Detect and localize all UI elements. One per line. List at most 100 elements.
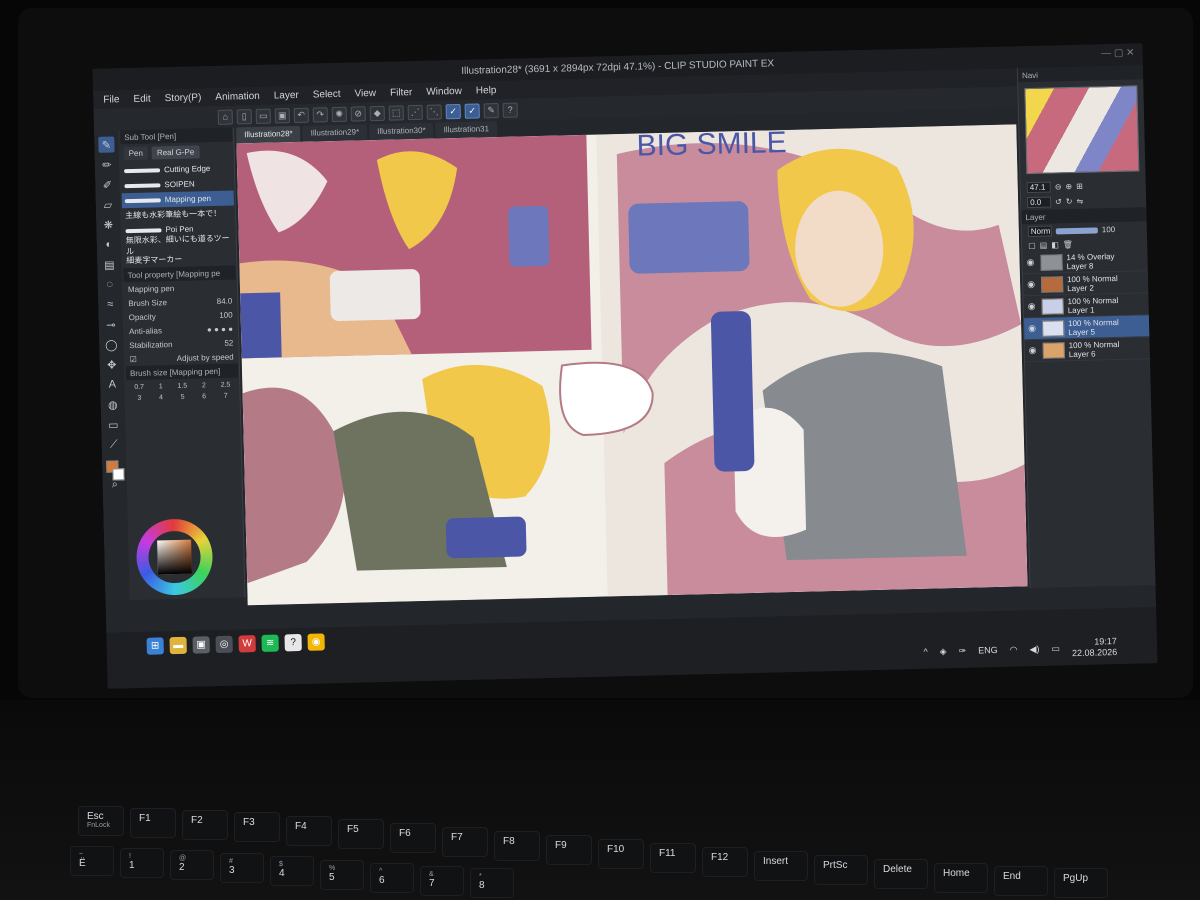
undo-icon[interactable]: ↶ [293, 107, 309, 123]
key-f5[interactable]: F5 [338, 819, 384, 849]
wps-icon[interactable]: W [238, 635, 256, 653]
key-f3[interactable]: F3 [234, 812, 280, 842]
key-insert[interactable]: Insert [754, 851, 808, 881]
key-7[interactable]: & 7 [420, 866, 464, 896]
size-preset[interactable]: 4 [152, 394, 170, 401]
layer-row[interactable]: ◉ 14 % Overlay Layer 8 [1022, 249, 1148, 275]
key-f11[interactable]: F11 [650, 843, 696, 873]
key-f4[interactable]: F4 [286, 816, 332, 846]
eyedropper-tool-icon[interactable]: ⊸ [103, 316, 119, 332]
tab-pen[interactable]: Pen [123, 146, 149, 161]
lasso-tool-icon[interactable]: ◯ [103, 336, 119, 352]
fill-tool-icon[interactable]: ◐ [101, 236, 117, 252]
key-delete[interactable]: Delete [874, 859, 928, 889]
language-indicator[interactable]: ENG [978, 645, 998, 655]
menu-edit[interactable]: Edit [133, 93, 150, 104]
airbrush-tool-icon[interactable]: ◌ [102, 276, 118, 292]
opacity-value[interactable]: 100 [219, 310, 233, 319]
key-f10[interactable]: F10 [598, 839, 644, 869]
canvas[interactable]: BIG SMILE [236, 124, 1028, 606]
size-preset[interactable]: 2 [195, 382, 213, 389]
visibility-icon[interactable]: ◉ [1026, 257, 1036, 268]
rotate-right-icon[interactable]: ↻ [1066, 197, 1073, 206]
visibility-icon[interactable]: ◉ [1029, 345, 1039, 356]
layer-row-selected[interactable]: ◉ 100 % Normal Layer 5 [1023, 315, 1150, 341]
steam-icon[interactable]: ◎ [215, 635, 233, 654]
key-end[interactable]: End [994, 866, 1048, 896]
battery-icon[interactable]: ▭ [1051, 643, 1060, 654]
key-2[interactable]: @2 [170, 850, 214, 880]
snap-icon[interactable]: ⋰ [407, 104, 423, 120]
delete-layer-icon[interactable]: 🗑 [1063, 240, 1073, 249]
wifi-icon[interactable]: ◠ [1010, 644, 1018, 655]
save-icon[interactable]: ▣ [274, 107, 290, 123]
menu-help[interactable]: Help [476, 85, 497, 96]
rotate-left-icon[interactable]: ↺ [1055, 197, 1062, 206]
clip-studio-icon[interactable]: ? [284, 633, 302, 652]
key-pgup[interactable]: PgUp [1054, 868, 1108, 898]
pencil-tool-icon[interactable]: ✏ [99, 156, 115, 172]
navigator-thumbnail[interactable] [1024, 85, 1140, 175]
key-f6[interactable]: F6 [390, 823, 436, 853]
window-controls[interactable]: — ▢ ✕ [1101, 47, 1135, 59]
nvidia-icon[interactable]: ◈ [940, 646, 947, 657]
tab-illustration29[interactable]: Illustration29* [302, 124, 368, 142]
key-5[interactable]: % 5 [320, 860, 364, 890]
key-yo[interactable]: ~ Ё [70, 846, 114, 876]
eraser-tool-icon[interactable]: ▱ [100, 196, 116, 212]
clock[interactable]: 19:17 22.08.2026 [1072, 636, 1118, 659]
gradient-tool-icon[interactable]: ▤ [101, 256, 117, 272]
store-icon[interactable]: ▣ [192, 636, 210, 654]
key-f1[interactable]: F1 [130, 808, 176, 838]
home-icon[interactable]: ⌂ [217, 109, 233, 125]
size-preset[interactable]: 7 [217, 393, 235, 400]
spotify-icon[interactable]: ≋ [261, 634, 279, 652]
help-icon[interactable]: ? [502, 102, 518, 118]
size-preset[interactable]: 6 [195, 393, 213, 400]
balloon-tool-icon[interactable]: ◍ [105, 396, 121, 412]
decoration-tool-icon[interactable]: ❋ [100, 216, 116, 232]
layer-row[interactable]: ◉ 100 % Normal Layer 1 [1023, 293, 1149, 319]
antialias-icon[interactable]: ● ● ● ● [207, 324, 233, 334]
key-f7[interactable]: F7 [442, 827, 488, 857]
clear-icon[interactable]: ⊘ [350, 105, 366, 122]
check-icon[interactable]: ✓ [445, 103, 461, 119]
size-preset[interactable]: 5 [174, 394, 192, 401]
key-3[interactable]: #3 [220, 853, 264, 883]
menu-select[interactable]: Select [313, 88, 341, 100]
blend-tool-icon[interactable]: ≈ [102, 296, 118, 312]
frame-tool-icon[interactable]: ▭ [105, 416, 121, 432]
brush-watercolor-tool[interactable]: 無限水彩、細いにも道るツール [123, 233, 235, 256]
pen-mode-icon[interactable]: ✓ [464, 102, 480, 119]
key-f12[interactable]: F12 [702, 847, 748, 877]
visibility-icon[interactable]: ◉ [1028, 301, 1038, 312]
layer-row[interactable]: ◉ 100 % Normal Layer 2 [1022, 271, 1149, 297]
blend-mode-select[interactable]: Norm [1027, 225, 1052, 238]
menu-animation[interactable]: Animation [215, 90, 260, 102]
key-f9[interactable]: F9 [546, 835, 592, 865]
size-preset[interactable]: 2.5 [217, 382, 235, 389]
key-f2[interactable]: F2 [182, 810, 228, 840]
redo-icon[interactable]: ↷ [312, 106, 328, 123]
size-preset[interactable]: 1.5 [173, 383, 191, 390]
chrome-icon[interactable]: ◉ [307, 633, 325, 651]
tab-illustration30[interactable]: Illustration30* [368, 122, 434, 141]
loading-icon[interactable]: ✺ [331, 106, 347, 122]
move-tool-icon[interactable]: ✥ [104, 356, 120, 372]
layer-opacity-slider[interactable] [1055, 226, 1098, 234]
flip-icon[interactable]: ⇋ [1076, 197, 1083, 206]
fit-icon[interactable]: ⊞ [1076, 182, 1083, 191]
open-file-icon[interactable]: ▭ [255, 108, 271, 124]
tab-real-g-pen[interactable]: Real G-Pe [151, 145, 200, 160]
menu-window[interactable]: Window [426, 85, 462, 97]
transform-icon[interactable]: ⬚ [388, 104, 404, 121]
sub-color-swatch[interactable] [112, 468, 125, 481]
chevron-up-icon[interactable]: ^ [923, 647, 927, 657]
rotate-field[interactable]: 0.0 [1026, 196, 1052, 209]
edit-icon[interactable]: ✎ [483, 102, 499, 118]
layer-opacity-value[interactable]: 100 [1102, 225, 1116, 234]
visibility-icon[interactable]: ◉ [1028, 323, 1038, 334]
folder-icon[interactable]: ▬ [169, 636, 187, 655]
tab-illustration31[interactable]: Illustration31 [435, 121, 498, 139]
checkbox-icon[interactable]: ☑ [130, 354, 137, 363]
